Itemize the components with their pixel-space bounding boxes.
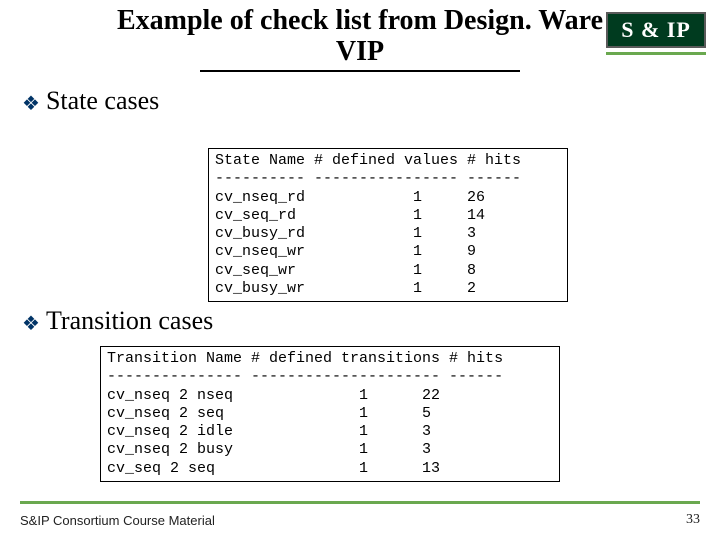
title-line-1: Example of check list from Design. Ware xyxy=(117,5,603,36)
title-underline xyxy=(200,70,520,72)
bullet-transition-cases: ❖ Transition cases xyxy=(22,306,213,336)
diamond-bullet-icon: ❖ xyxy=(22,314,40,334)
footer-rule xyxy=(20,501,700,504)
transition-cases-table: Transition Name # defined transitions # … xyxy=(100,346,560,482)
brand-logo-text: S & IP xyxy=(621,17,691,43)
slide-title: Example of check list from Design. Ware … xyxy=(70,6,650,68)
title-line-2: VIP xyxy=(336,36,384,67)
bullet-state-cases: ❖ State cases xyxy=(22,86,159,116)
slide: Example of check list from Design. Ware … xyxy=(0,0,720,540)
bullet-state-label: State cases xyxy=(46,86,159,116)
page-number: 33 xyxy=(686,512,700,528)
brand-logo: S & IP xyxy=(606,12,706,48)
footer-text: S&IP Consortium Course Material xyxy=(20,513,215,528)
bullet-transition-label: Transition cases xyxy=(46,306,213,336)
state-cases-table: State Name # defined values # hits -----… xyxy=(208,148,568,302)
brand-rule xyxy=(606,52,706,55)
diamond-bullet-icon: ❖ xyxy=(22,94,40,114)
